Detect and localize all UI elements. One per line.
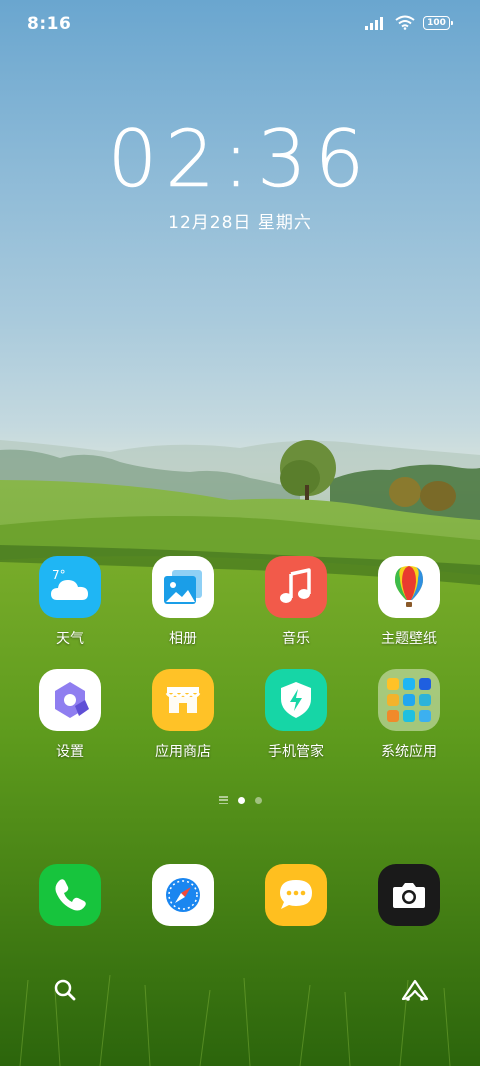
page-indicator[interactable]	[0, 796, 480, 804]
app-label: 系统应用	[381, 744, 437, 760]
wifi-icon	[395, 15, 415, 30]
security-icon	[265, 669, 327, 731]
app-settings[interactable]: 设置	[20, 669, 120, 761]
app-label: 天气	[56, 631, 84, 647]
app-folder-system[interactable]: 系统应用	[359, 669, 459, 761]
app-weather[interactable]: 7° 天气	[20, 556, 120, 648]
camera-icon	[378, 864, 440, 926]
clock-time: 02:36	[107, 115, 373, 205]
status-bar: 8:16 100	[0, 0, 480, 50]
themes-icon	[378, 556, 440, 618]
assistant-icon	[401, 979, 429, 1001]
app-themes[interactable]: 主题壁纸	[359, 556, 459, 648]
app-store[interactable]: 应用商店	[133, 669, 233, 761]
music-icon	[265, 556, 327, 618]
dock-messages[interactable]	[246, 864, 346, 926]
app-label: 相册	[169, 631, 197, 647]
home-screen: 8:16 100 02:36 12月28日 星期六 7° 天气 相册 音乐 主题…	[0, 0, 480, 1066]
app-security[interactable]: 手机管家	[246, 669, 346, 761]
page-dot	[254, 796, 262, 804]
app-gallery[interactable]: 相册	[133, 556, 233, 648]
clock-date: 12月28日 星期六	[168, 213, 312, 233]
status-time: 8:16	[27, 14, 72, 34]
app-label: 手机管家	[268, 744, 324, 760]
svg-text:7°: 7°	[52, 568, 66, 582]
clock-widget[interactable]: 02:36 12月28日 星期六	[0, 120, 480, 233]
battery-level: 100	[427, 17, 446, 28]
browser-icon	[152, 864, 214, 926]
settings-icon	[39, 669, 101, 731]
app-store-icon	[152, 669, 214, 731]
app-label: 主题壁纸	[381, 631, 437, 647]
assistant-button[interactable]	[395, 970, 435, 1010]
app-label: 应用商店	[155, 744, 211, 760]
battery-icon: 100	[423, 15, 453, 30]
page-indicator-feed	[218, 796, 228, 804]
phone-icon	[39, 864, 101, 926]
weather-icon: 7°	[39, 556, 101, 618]
status-icons: 100	[365, 15, 453, 30]
gallery-icon	[152, 556, 214, 618]
app-label: 设置	[56, 744, 84, 760]
page-dot-active	[237, 796, 245, 804]
messages-icon	[265, 864, 327, 926]
dock-phone[interactable]	[20, 864, 120, 926]
app-label: 音乐	[282, 631, 310, 647]
search-icon	[54, 979, 76, 1001]
folder-icon	[378, 669, 440, 731]
signal-icon	[365, 16, 383, 30]
app-music[interactable]: 音乐	[246, 556, 346, 648]
dock-browser[interactable]	[133, 864, 233, 926]
search-button[interactable]	[45, 970, 85, 1010]
dock-camera[interactable]	[359, 864, 459, 926]
